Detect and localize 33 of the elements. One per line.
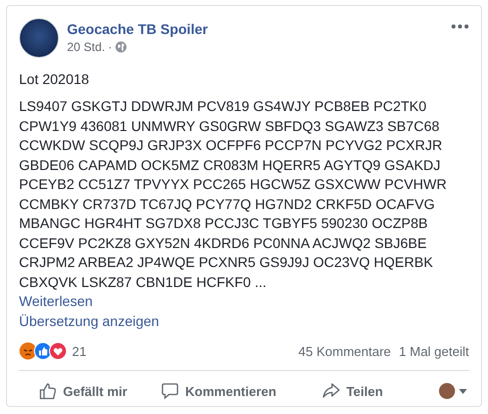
post-text-line: CCWKDW SCQP9J GRJP3X OCFPF6 PCCP7N PCYVG2 PCXRJR <box>19 136 444 155</box>
comment-button[interactable]: Kommentieren <box>155 378 282 404</box>
post-text-line: CCEF9V PC2KZ8 GXY52N 4KDRD6 PC0NNA ACJWQ2 SBJ6BE <box>19 234 428 253</box>
reaction-count[interactable]: 21 <box>72 344 86 358</box>
more-options-icon[interactable] <box>451 24 469 29</box>
separator: · <box>108 40 112 54</box>
post-text-line: GBDE06 CAPAMD OCK5MZ CR083M HQERR5 AGYTQ9 GSAKDJ <box>19 156 442 175</box>
read-more-link[interactable]: Weiterlesen <box>19 292 93 312</box>
post-text-line: PCEYB2 CC51Z7 TPVYYX PCC265 HGCW5Z GSXCWW PCVHWR <box>19 175 448 194</box>
post-title: Lot 202018 <box>19 70 90 89</box>
angry-reaction-icon[interactable] <box>19 342 37 360</box>
share-count[interactable]: 1 Mal geteilt <box>398 344 469 358</box>
post-text-line: LS9407 GSKGTJ DDWRJM PCV819 GS4WJY PCB8EB PC2TK0 <box>19 97 428 116</box>
like-button[interactable]: Gefällt mir <box>33 378 134 404</box>
post-text-line: CCMBKY CR737D TC67JQ PCY77Q HG7ND2 CRKF5D OCAFVG <box>19 194 436 214</box>
post-time[interactable]: 20 Std. <box>67 40 106 54</box>
post-text-line: CBXQVK LSKZ87 CBN1DE HCFKF0 ... <box>19 272 268 292</box>
share-arrow-icon <box>322 382 340 400</box>
globe-icon <box>115 41 128 53</box>
share-button[interactable]: Teilen <box>316 378 389 404</box>
author-name[interactable]: Geocache TB Spoiler <box>67 20 451 38</box>
post-text-line: MBANGC HGR4HT SG7DX8 PCCJ3C TGBYF5 590230 OCZP8B <box>19 214 429 233</box>
dropdown-caret-icon <box>459 388 467 394</box>
speech-bubble-icon <box>161 382 180 400</box>
post-text-line: CPW1Y9 436081 UNMWRY GS0GRW SBFDQ3 SGAWZ3 SB7C68 <box>19 116 440 136</box>
post-text-line: CRJPM2 ARBEA2 JP4WQE PCXNR5 GS9J9J OC23VQ HQERBK <box>19 253 434 272</box>
profile-avatar <box>439 383 455 399</box>
profile-switcher[interactable] <box>437 381 469 401</box>
heart-reaction-icon[interactable] <box>49 342 67 360</box>
translate-link[interactable]: Übersetzung anzeigen <box>19 312 160 331</box>
comment-count[interactable]: 45 Kommentare <box>298 344 391 358</box>
page-avatar[interactable] <box>19 18 59 58</box>
thumbs-up-icon <box>39 382 57 400</box>
